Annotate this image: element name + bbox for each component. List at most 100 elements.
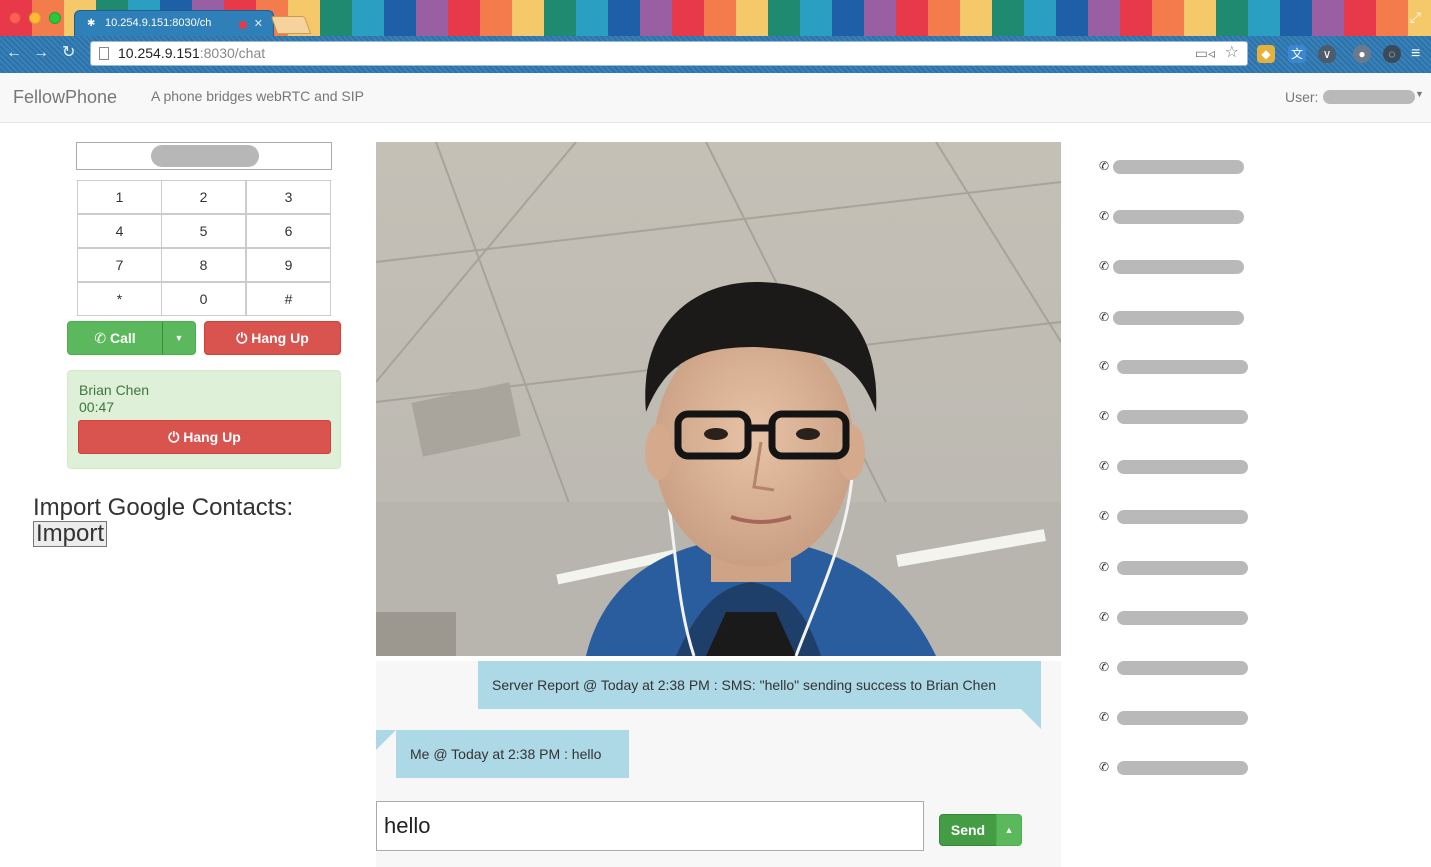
key-0[interactable]: 0: [161, 282, 246, 316]
window-minimize-button[interactable]: [29, 12, 41, 24]
key-star[interactable]: *: [77, 282, 162, 316]
contact-name-redacted: [1117, 561, 1248, 575]
phone-icon: ✆: [1099, 610, 1110, 624]
phone-icon: ✆: [1099, 660, 1110, 674]
brand-link[interactable]: FellowPhone: [13, 87, 117, 108]
key-6[interactable]: 6: [246, 214, 331, 248]
contact-item[interactable]: ✆: [1099, 458, 1259, 476]
browser-toolbar: ← → ↻ 10.254.9.151:8030/chat ▭◃ ☆ ◆ 文 ∨ …: [0, 36, 1431, 73]
contact-name-redacted: [1113, 311, 1244, 325]
import-button[interactable]: Import: [33, 521, 108, 547]
back-arrow-icon[interactable]: ←: [6, 44, 22, 62]
tab-close-icon[interactable]: ✕: [254, 17, 263, 30]
url-host: 10.254.9.151: [118, 45, 200, 61]
translate-icon[interactable]: 文: [1288, 45, 1306, 63]
power-icon: ⏻: [168, 429, 180, 445]
forward-arrow-icon[interactable]: →: [33, 44, 49, 62]
caret-up-icon: ▲: [1004, 825, 1014, 835]
call-options-dropdown[interactable]: ▼: [162, 321, 196, 355]
user-name-redacted[interactable]: [1323, 90, 1415, 104]
phone-icon: ✆: [1099, 760, 1110, 774]
contact-name-redacted: [1113, 210, 1244, 224]
key-7[interactable]: 7: [77, 248, 162, 282]
extension-icon[interactable]: ◆: [1257, 45, 1275, 63]
new-tab-button[interactable]: [270, 16, 312, 34]
tab-favicon-icon: ✱: [87, 18, 96, 29]
camera-icon[interactable]: ▭◃: [1195, 42, 1215, 65]
page-icon: [99, 47, 109, 60]
chat-message-input[interactable]: [376, 801, 924, 851]
contact-item[interactable]: ✆: [1099, 609, 1259, 627]
key-4[interactable]: 4: [77, 214, 162, 248]
key-5[interactable]: 5: [161, 214, 246, 248]
extension-icon[interactable]: ◌: [1383, 45, 1401, 63]
contact-item[interactable]: ✆: [1099, 309, 1259, 327]
phone-icon: ✆: [94, 330, 107, 346]
contact-name-redacted: [1113, 260, 1244, 274]
user-label: User:: [1285, 89, 1319, 105]
pocket-icon[interactable]: ∨: [1318, 45, 1336, 63]
contact-item[interactable]: ✆: [1099, 559, 1259, 577]
caret-down-icon[interactable]: ▼: [1415, 89, 1424, 99]
contact-item[interactable]: ✆: [1099, 408, 1259, 426]
menu-icon[interactable]: ≡: [1411, 45, 1420, 63]
reload-icon[interactable]: ↻: [62, 44, 75, 62]
video-frame: [376, 142, 1061, 656]
phone-icon: ✆: [1099, 209, 1110, 223]
active-call-hang-up-button[interactable]: ⏻ Hang Up: [78, 420, 331, 454]
phone-icon: ✆: [1099, 259, 1110, 273]
hang-up-button-label: Hang Up: [251, 330, 309, 346]
chat-message-server: Server Report @ Today at 2:38 PM : SMS: …: [478, 661, 1041, 709]
contact-item[interactable]: ✆: [1099, 759, 1259, 777]
browser-tab-strip: ✱ 10.254.9.151:8030/ch ✕ ⤢: [0, 0, 1431, 38]
call-button[interactable]: ✆ Call: [67, 321, 163, 355]
key-9[interactable]: 9: [246, 248, 331, 282]
caret-down-icon: ▼: [174, 333, 184, 343]
fullscreen-icon[interactable]: ⤢: [1410, 9, 1421, 26]
address-bar[interactable]: 10.254.9.151:8030/chat ▭◃ ☆: [90, 41, 1248, 66]
app-navbar: FellowPhone A phone bridges webRTC and S…: [0, 73, 1431, 123]
phone-icon: ✆: [1099, 359, 1110, 373]
browser-tab-active[interactable]: ✱ 10.254.9.151:8030/ch ✕: [74, 10, 274, 38]
contact-item[interactable]: ✆: [1099, 709, 1259, 727]
phone-icon: ✆: [1099, 710, 1110, 724]
chat-bubble-tail: [1021, 709, 1041, 729]
contact-item[interactable]: ✆: [1099, 508, 1259, 526]
contact-name-redacted: [1117, 711, 1248, 725]
contact-item[interactable]: ✆: [1099, 258, 1259, 276]
contact-item[interactable]: ✆: [1099, 659, 1259, 677]
contact-item[interactable]: ✆: [1099, 358, 1259, 376]
window-zoom-button[interactable]: [49, 12, 61, 24]
contact-item[interactable]: ✆: [1099, 208, 1259, 226]
contact-name-redacted: [1117, 410, 1248, 424]
contact-item[interactable]: ✆: [1099, 158, 1259, 176]
dial-number-input[interactable]: [76, 142, 332, 170]
key-8[interactable]: 8: [161, 248, 246, 282]
key-2[interactable]: 2: [161, 180, 246, 214]
contact-name-redacted: [1117, 611, 1248, 625]
recording-indicator-icon: [239, 21, 247, 29]
contact-name-redacted: [1117, 761, 1248, 775]
remote-video[interactable]: [376, 142, 1061, 656]
tagline: A phone bridges webRTC and SIP: [151, 88, 364, 104]
send-options-dropdown[interactable]: ▲: [996, 814, 1022, 846]
contact-name-redacted: [1117, 360, 1248, 374]
chat-bubble-tail: [376, 730, 396, 750]
contact-name-redacted: [1117, 460, 1248, 474]
active-call-panel: Brian Chen 00:47 ⏻ Hang Up: [67, 370, 341, 469]
extension-icon[interactable]: ●: [1353, 45, 1371, 63]
contact-name-redacted: [1117, 661, 1248, 675]
send-button[interactable]: Send: [939, 814, 997, 846]
url-path: :8030/chat: [199, 45, 266, 61]
contact-name-redacted: [1117, 510, 1248, 524]
bookmark-star-icon[interactable]: ☆: [1225, 41, 1239, 64]
hang-up-button[interactable]: ⏻ Hang Up: [204, 321, 341, 355]
key-1[interactable]: 1: [77, 180, 162, 214]
key-3[interactable]: 3: [246, 180, 331, 214]
call-button-label: Call: [109, 330, 136, 346]
phone-icon: ✆: [1099, 159, 1110, 173]
active-call-hang-up-label: Hang Up: [183, 429, 241, 445]
window-close-button[interactable]: [9, 12, 21, 24]
import-contacts-label: Import Google Contacts:: [33, 494, 294, 521]
key-hash[interactable]: #: [246, 282, 331, 316]
